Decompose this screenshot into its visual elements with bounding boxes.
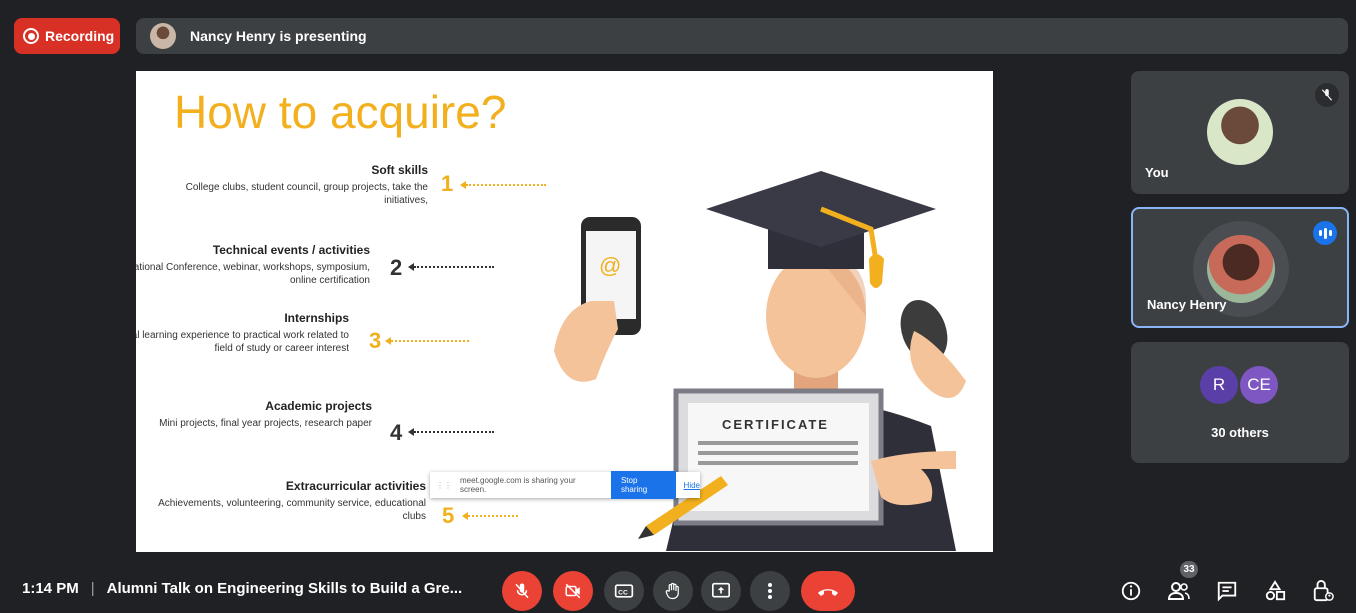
avatar	[1207, 235, 1275, 303]
chat-button[interactable]	[1214, 578, 1240, 604]
leave-call-button[interactable]	[801, 571, 855, 611]
item-heading: Internships	[284, 311, 349, 325]
arrow-icon	[408, 428, 494, 436]
meeting-title: Alumni Talk on Engineering Skills to Bui…	[106, 580, 463, 597]
microphone-toggle-button[interactable]	[502, 571, 542, 611]
phone-at-symbol: @	[599, 253, 621, 278]
list-item: Academic projects Mini projects, final y…	[136, 399, 372, 430]
recording-label: Recording	[45, 28, 115, 44]
activities-shapes-icon	[1265, 580, 1286, 601]
item-number: 5	[442, 503, 455, 528]
camera-toggle-button[interactable]	[553, 571, 593, 611]
host-controls-button[interactable]	[1310, 578, 1336, 604]
clock-time: 1:14 PM	[22, 580, 79, 597]
item-heading: Soft skills	[371, 163, 428, 177]
avatar	[1207, 99, 1273, 165]
item-description: International Conference, webinar, works…	[136, 262, 370, 286]
item-number: 4	[390, 420, 403, 445]
item-description: Achievements, volunteering, community se…	[158, 498, 426, 522]
participant-name: Nancy Henry	[1147, 297, 1227, 312]
item-number: 1	[441, 171, 454, 196]
recording-button[interactable]: Recording	[14, 18, 120, 54]
closed-captions-icon: CC	[614, 584, 634, 598]
hide-link[interactable]: Hide	[684, 481, 700, 490]
arrow-icon	[408, 263, 494, 271]
present-screen-button[interactable]	[701, 571, 741, 611]
item-description: College clubs, student council, group pr…	[185, 182, 428, 206]
svg-text:CC: CC	[618, 589, 628, 596]
list-item: Soft skills College clubs, student counc…	[158, 163, 428, 207]
more-options-button[interactable]	[750, 571, 790, 611]
item-heading: Academic projects	[265, 399, 372, 413]
people-icon	[1167, 582, 1190, 600]
avatar-initial: CE	[1240, 366, 1278, 404]
list-item: Internships Professional learning experi…	[136, 311, 349, 355]
participant-tile-you[interactable]: You	[1131, 71, 1349, 194]
mic-off-icon	[515, 583, 529, 599]
item-number: 2	[390, 255, 403, 280]
avatar-initial: R	[1200, 366, 1238, 404]
arrow-icon	[385, 337, 469, 345]
presenting-text: Nancy Henry is presenting	[190, 28, 367, 44]
shared-slide: How to acquire? Soft skills College club…	[136, 71, 993, 552]
presenter-avatar	[150, 23, 176, 49]
more-vert-icon	[768, 583, 772, 599]
meeting-info: 1:14 PM | Alumni Talk on Engineering Ski…	[22, 580, 462, 597]
present-screen-icon	[712, 582, 730, 598]
participant-name: You	[1145, 165, 1169, 180]
arrow-icon	[462, 512, 518, 520]
speaking-indicator-icon	[1313, 221, 1337, 245]
mic-off-icon	[1315, 83, 1339, 107]
meeting-details-button[interactable]	[1118, 578, 1144, 604]
people-button[interactable]	[1166, 578, 1192, 604]
stop-sharing-button[interactable]: Stop sharing	[610, 471, 676, 499]
activities-button[interactable]	[1262, 578, 1288, 604]
lock-person-icon	[1313, 580, 1334, 602]
item-number: 3	[369, 328, 382, 353]
people-count-badge: 33	[1180, 561, 1198, 578]
screen-share-bar: ⋮⋮ meet.google.com is sharing your scree…	[430, 471, 700, 499]
chat-icon	[1217, 581, 1237, 602]
item-description: Professional learning experience to prac…	[136, 330, 349, 354]
certificate-label: CERTIFICATE	[722, 417, 829, 432]
others-count-label: 30 others	[1211, 425, 1269, 440]
captions-button[interactable]: CC	[604, 571, 644, 611]
participant-tile-nancy-henry[interactable]: Nancy Henry	[1131, 207, 1349, 328]
slide-title: How to acquire?	[174, 86, 507, 138]
list-item: Technical events / activities Internatio…	[136, 243, 370, 287]
participant-tile-others[interactable]: R CE 30 others	[1131, 342, 1349, 463]
item-heading: Extracurricular activities	[285, 479, 426, 493]
info-icon	[1121, 581, 1141, 601]
share-message: meet.google.com is sharing your screen.	[460, 476, 576, 494]
hand-icon	[665, 582, 679, 600]
arrow-icon	[460, 181, 546, 189]
list-item: Extracurricular activities Achievements,…	[156, 479, 426, 523]
record-icon	[23, 28, 39, 44]
item-heading: Technical events / activities	[212, 243, 370, 257]
presenting-banner: Nancy Henry is presenting	[136, 18, 1348, 54]
separator: |	[90, 580, 95, 597]
drag-handle-icon[interactable]: ⋮⋮	[436, 481, 452, 490]
item-description: Mini projects, final year projects, rese…	[159, 418, 372, 429]
camera-off-icon	[565, 583, 581, 599]
hang-up-icon	[818, 589, 838, 596]
raise-hand-button[interactable]	[653, 571, 693, 611]
